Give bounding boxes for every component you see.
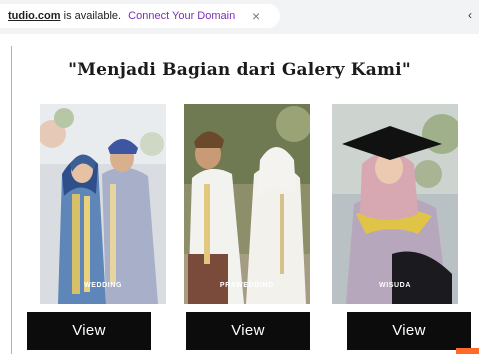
wisuda-photo xyxy=(332,104,458,304)
arrow-icon[interactable]: ‹ xyxy=(468,8,472,22)
close-icon[interactable]: × xyxy=(252,7,260,25)
page-title: "Menjadi Bagian dari Galery Kami" xyxy=(68,60,411,80)
wedding-photo xyxy=(40,104,166,304)
gallery-label: PRAWEDDING xyxy=(219,282,275,289)
view-wedding-button[interactable]: View xyxy=(27,312,151,350)
banner-status: is available. xyxy=(63,10,122,22)
banner-domain[interactable]: tudio.com xyxy=(8,10,61,22)
view-prawedding-button[interactable]: View xyxy=(186,312,310,350)
gallery-photo-wedding[interactable]: WEDDING xyxy=(40,104,166,304)
view-wisuda-button[interactable]: View xyxy=(347,312,471,350)
gallery-photo-wisuda[interactable]: WISUDA xyxy=(332,104,458,304)
prawedding-photo xyxy=(184,104,310,304)
corner-badge xyxy=(456,348,479,354)
divider xyxy=(11,46,12,354)
banner-message: tudio.com is available. Connect Your Dom… xyxy=(8,9,235,23)
domain-banner: tudio.com is available. Connect Your Dom… xyxy=(0,0,479,34)
gallery-label: WISUDA xyxy=(379,282,411,289)
gallery-photo-prawedding[interactable]: PRAWEDDING xyxy=(184,104,310,304)
gallery-label: WEDDING xyxy=(83,282,123,289)
page: tudio.com is available. Connect Your Dom… xyxy=(0,0,479,354)
connect-domain-link[interactable]: Connect Your Domain xyxy=(128,10,235,22)
